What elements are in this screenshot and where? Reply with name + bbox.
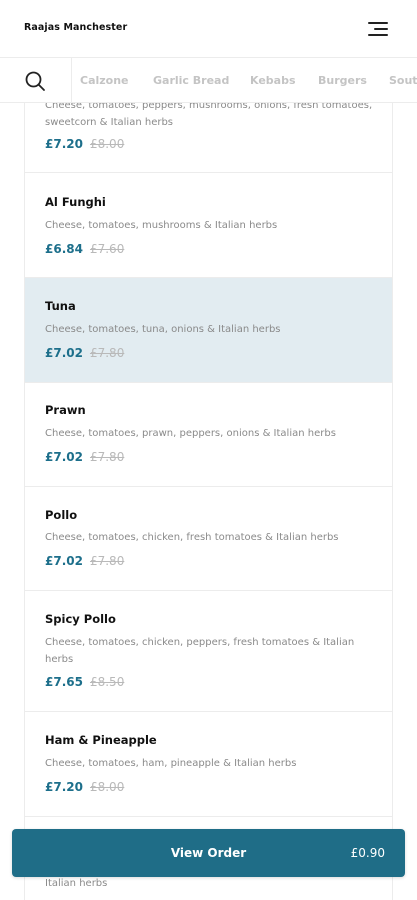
item-description: Cheese, tomatoes, peppers, mushrooms, on… <box>45 103 373 128</box>
item-description: Cheese, tomatoes, prawn, peppers, onions… <box>45 428 336 439</box>
order-total: £0.90 <box>350 846 385 860</box>
item-old-price: £7.80 <box>89 450 125 464</box>
menu-item[interactable]: Ham & Pineapple Cheese, tomatoes, ham, p… <box>25 712 392 817</box>
item-price: £7.20 <box>45 780 83 794</box>
item-price: £7.02 <box>45 450 83 464</box>
item-description: Italian herbs <box>45 878 108 889</box>
item-price: £6.84 <box>45 242 83 256</box>
item-old-price: £8.50 <box>89 675 125 689</box>
item-name: Spicy Pollo <box>45 612 116 626</box>
item-price-row: £7.02 £7.80 <box>45 554 124 568</box>
category-tab-kebabs[interactable]: Kebabs <box>250 74 296 87</box>
item-price-row: £7.65 £8.50 <box>45 675 124 689</box>
item-description: Cheese, tomatoes, tuna, onions & Italian… <box>45 324 281 335</box>
item-description: Cheese, tomatoes, chicken, fresh tomatoe… <box>45 532 339 543</box>
menu-item[interactable]: Pollo Cheese, tomatoes, chicken, fresh t… <box>25 487 392 591</box>
category-bar: Calzone Garlic Bread Kebabs Burgers Sout <box>0 58 417 103</box>
item-price-row: £7.20 £8.00 <box>45 137 124 151</box>
item-price: £7.20 <box>45 137 83 151</box>
item-description: Cheese, tomatoes, chicken, peppers, fres… <box>45 637 355 665</box>
view-order-button[interactable]: View Order £0.90 <box>12 829 405 877</box>
menu-item[interactable]: Al Funghi Cheese, tomatoes, mushrooms & … <box>25 173 392 278</box>
item-price-row: £6.84 £7.60 <box>45 242 124 256</box>
item-old-price: £7.80 <box>89 554 125 568</box>
item-description: Cheese, tomatoes, mushrooms & Italian he… <box>45 220 278 231</box>
category-tab-calzone[interactable]: Calzone <box>80 74 129 87</box>
item-price-row: £7.20 £8.00 <box>45 780 124 794</box>
item-price: £7.02 <box>45 346 83 360</box>
item-price-row: £7.02 £7.80 <box>45 346 124 360</box>
item-name: Ham & Pineapple <box>45 733 157 747</box>
menu-item[interactable]: Cheese, tomatoes, peppers, mushrooms, on… <box>25 103 392 173</box>
category-tab-garlic-bread[interactable]: Garlic Bread <box>153 74 229 87</box>
item-price: £7.02 <box>45 554 83 568</box>
menu-item[interactable]: Prawn Cheese, tomatoes, prawn, peppers, … <box>25 383 392 487</box>
item-name: Al Funghi <box>45 195 106 209</box>
app-header: Raajas Manchester <box>0 0 417 58</box>
category-tab-burgers[interactable]: Burgers <box>318 74 367 87</box>
menu-item-list: Cheese, tomatoes, peppers, mushrooms, on… <box>24 103 393 900</box>
item-old-price: £7.60 <box>89 242 125 256</box>
menu-item-active[interactable]: Tuna Cheese, tomatoes, tuna, onions & It… <box>25 278 392 383</box>
view-order-label: View Order <box>170 846 247 860</box>
item-description: Cheese, tomatoes, ham, pineapple & Itali… <box>45 758 297 769</box>
item-name: Prawn <box>45 403 86 417</box>
item-old-price: £8.00 <box>89 137 125 151</box>
category-tab-sout[interactable]: Sout <box>389 74 417 87</box>
brand-name: Raajas Manchester <box>24 22 128 33</box>
menu-item[interactable]: Spicy Pollo Cheese, tomatoes, chicken, p… <box>25 591 392 712</box>
item-old-price: £7.80 <box>89 346 125 360</box>
item-price-row: £7.02 £7.80 <box>45 450 124 464</box>
search-button[interactable] <box>0 58 72 102</box>
item-price: £7.65 <box>45 675 83 689</box>
item-name: Pollo <box>45 508 78 522</box>
search-icon <box>25 71 45 91</box>
item-old-price: £8.00 <box>89 780 125 794</box>
hamburger-menu-icon[interactable] <box>366 20 388 38</box>
item-name: Tuna <box>45 299 76 313</box>
